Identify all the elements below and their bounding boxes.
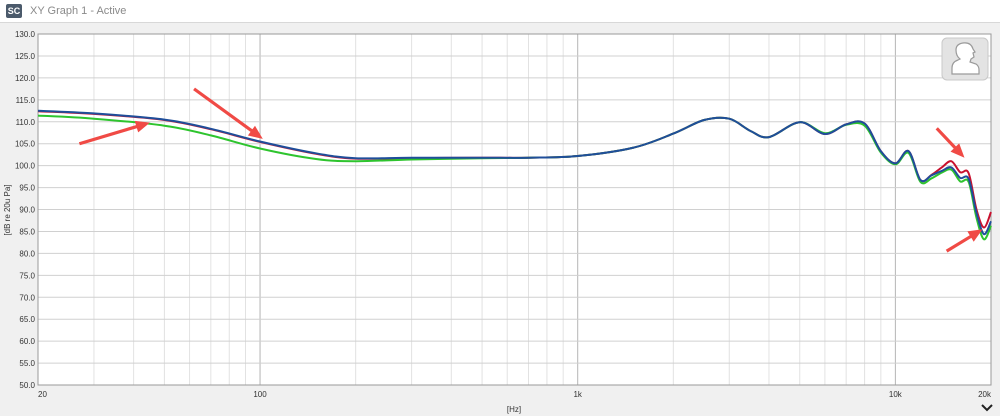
- y-tick-label: 120.0: [15, 74, 36, 83]
- y-tick-label: 65.0: [19, 315, 35, 324]
- y-tick-label: 125.0: [15, 52, 36, 61]
- y-tick-label: 55.0: [19, 359, 35, 368]
- y-tick-label: 100.0: [15, 162, 36, 171]
- y-tick-label: 105.0: [15, 140, 36, 149]
- x-axis: 20 100 1k 10k 20k: [38, 390, 992, 399]
- y-tick-label: 95.0: [19, 184, 35, 193]
- y-tick-label: 80.0: [19, 249, 35, 258]
- y-tick-label: 75.0: [19, 271, 35, 280]
- chevron-down-icon[interactable]: [981, 404, 993, 412]
- y-tick-label: 90.0: [19, 206, 35, 215]
- x-tick-label: 20: [38, 390, 47, 399]
- y-axis-label: [dB re 20u Pa]: [3, 184, 12, 235]
- x-tick-label: 20k: [978, 390, 992, 399]
- y-tick-label: 110.0: [16, 118, 36, 127]
- x-tick-label: 1k: [573, 390, 582, 399]
- head-torso-icon: [941, 37, 989, 81]
- x-tick-label: 10k: [889, 390, 903, 399]
- xy-graph[interactable]: 50.0 55.0 60.0 65.0 70.0 75.0 80.0 85.0 90.0 95.0…: [0, 0, 1000, 416]
- y-tick-label: 50.0: [19, 381, 35, 390]
- y-tick-label: 60.0: [19, 337, 35, 346]
- y-tick-label: 70.0: [19, 293, 35, 302]
- y-tick-label: 115.0: [16, 96, 36, 105]
- y-axis: 50.0 55.0 60.0 65.0 70.0 75.0 80.0 85.0 90.0 95.0…: [15, 30, 36, 390]
- x-axis-label: [Hz]: [507, 405, 521, 414]
- y-tick-label: 85.0: [19, 227, 35, 236]
- x-tick-label: 100: [253, 390, 267, 399]
- y-tick-label: 130.0: [15, 30, 36, 39]
